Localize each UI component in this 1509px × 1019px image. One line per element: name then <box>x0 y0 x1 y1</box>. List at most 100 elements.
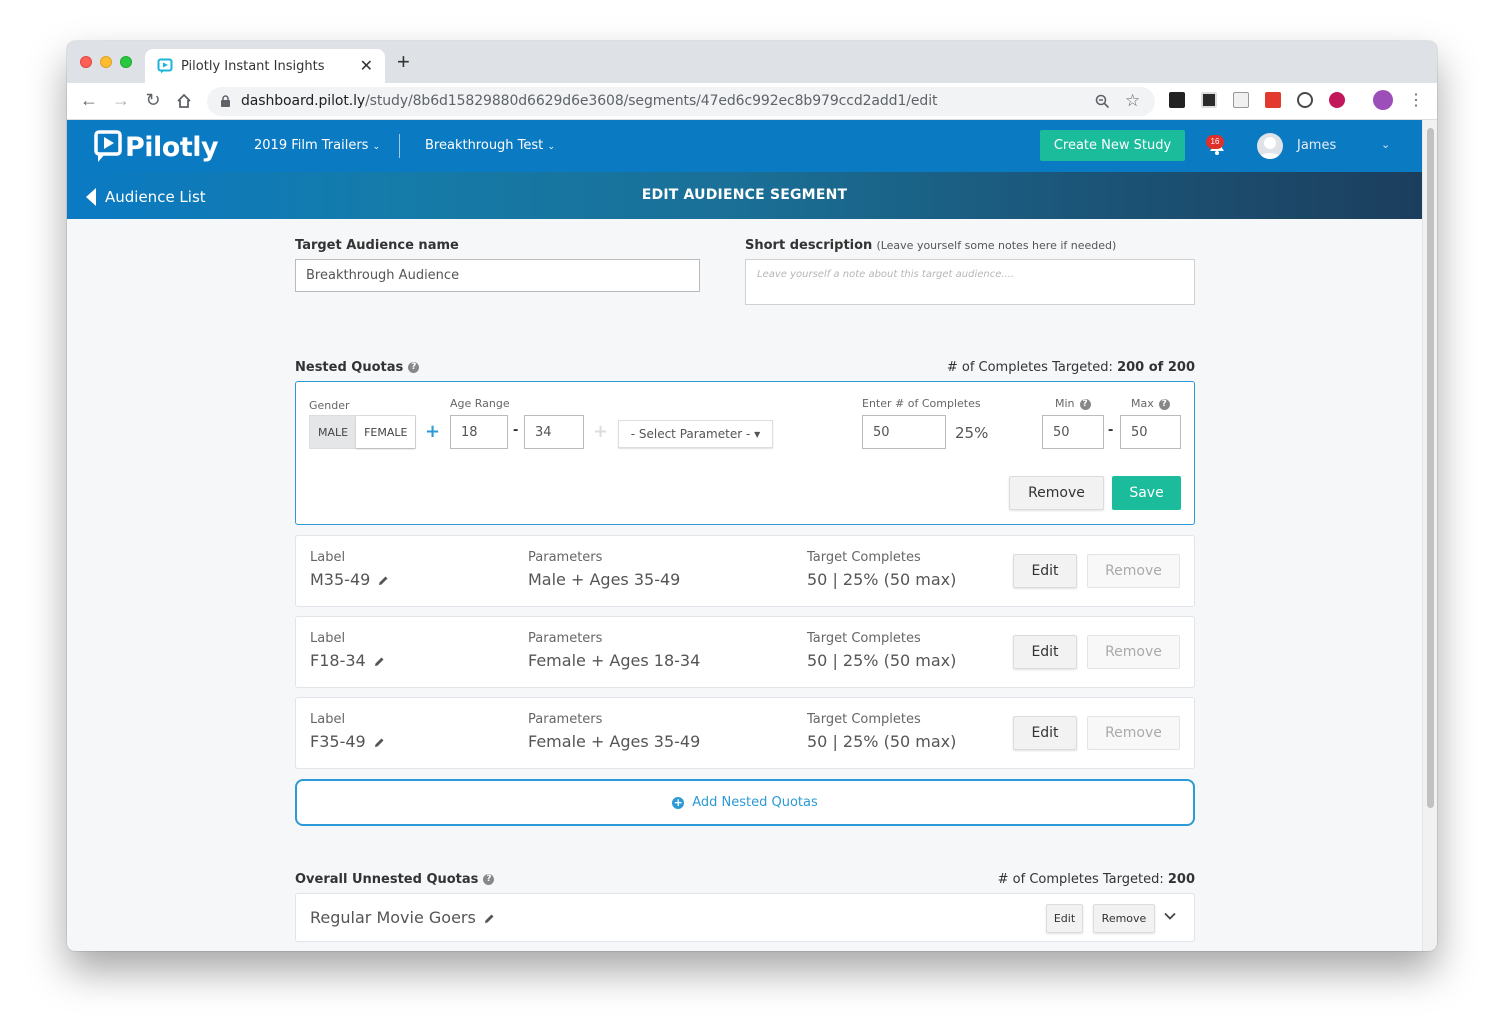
max-label: Max? <box>1131 397 1170 410</box>
unnested-quota-row: Regular Movie Goers Edit Remove <box>295 893 1195 942</box>
quota-remove-button[interactable]: Remove <box>1087 554 1180 588</box>
max-input[interactable]: 50 <box>1120 415 1181 449</box>
unnested-edit-button[interactable]: Edit <box>1046 904 1083 933</box>
min-input[interactable]: 50 <box>1042 415 1104 449</box>
gender-option-male[interactable]: MALE <box>310 416 357 448</box>
minimize-window-button[interactable] <box>100 56 112 68</box>
short-description-textarea[interactable]: Leave yourself a note about this target … <box>745 259 1195 305</box>
qr-extension-icon[interactable] <box>1201 92 1217 108</box>
target-name-label: Target Audience name <box>295 238 459 253</box>
quota-remove-button[interactable]: Remove <box>1087 635 1180 669</box>
nested-completes-targeted: # of Completes Targeted: 200 of 200 <box>946 360 1195 375</box>
tab-strip: Pilotly Instant Insights ✕ + <box>67 41 1437 83</box>
select-parameter-dropdown[interactable]: - Select Parameter - ▼ <box>618 420 773 448</box>
editor-remove-button[interactable]: Remove <box>1009 476 1104 510</box>
quota-label: F18-34 <box>310 651 385 670</box>
study-dropdown[interactable]: 2019 Film Trailers ⌄ <box>254 138 380 153</box>
grammarly-extension-icon[interactable] <box>1297 92 1313 108</box>
enter-completes-label: Enter # of Completes <box>862 397 981 410</box>
browser-window: Pilotly Instant Insights ✕ + ← → ↻ dashb… <box>67 41 1437 951</box>
browser-tab[interactable]: Pilotly Instant Insights ✕ <box>145 49 385 83</box>
chevron-down-icon[interactable] <box>1164 912 1176 921</box>
bookmark-star-icon[interactable]: ☆ <box>1125 91 1140 111</box>
pilotly-logo[interactable]: Pilotly <box>94 130 219 164</box>
editor-save-button[interactable]: Save <box>1112 476 1181 510</box>
tab-title: Pilotly Instant Insights <box>181 59 325 74</box>
test-dropdown-label: Breakthrough Test <box>425 138 544 153</box>
label-caption: Label <box>310 631 346 646</box>
create-new-study-button[interactable]: Create New Study <box>1040 130 1185 161</box>
target-name-input[interactable]: Breakthrough Audience <box>295 259 700 292</box>
test-dropdown[interactable]: Breakthrough Test ⌄ <box>425 138 555 153</box>
quota-parameters: Female + Ages 35-49 <box>528 732 701 751</box>
quota-edit-button[interactable]: Edit <box>1013 635 1077 669</box>
quota-target: 50 | 25% (50 max) <box>807 570 957 589</box>
pilotly-favicon-icon <box>157 58 173 74</box>
zoom-icon[interactable] <box>1095 94 1110 109</box>
help-icon[interactable]: ? <box>1158 398 1170 410</box>
pencil-icon[interactable] <box>484 913 495 924</box>
help-icon[interactable]: ? <box>483 874 495 885</box>
chevron-down-icon[interactable]: ⌄ <box>1381 138 1390 151</box>
caret-down-icon: ▼ <box>754 429 761 439</box>
new-tab-button[interactable]: + <box>397 51 410 73</box>
screenshot-extension-icon[interactable] <box>1233 92 1249 108</box>
completes-input[interactable]: 50 <box>862 415 946 449</box>
terminal-extension-icon[interactable] <box>1169 92 1185 108</box>
gender-option-female[interactable]: FEMALE <box>356 416 416 448</box>
age-range-label: Age Range <box>450 397 510 410</box>
quota-target: 50 | 25% (50 max) <box>807 651 957 670</box>
chevron-down-icon: ⌄ <box>547 142 555 152</box>
parameters-caption: Parameters <box>528 712 603 727</box>
parameters-caption: Parameters <box>528 550 603 565</box>
pencil-icon[interactable] <box>378 575 389 586</box>
notification-badge: 16 <box>1206 135 1224 149</box>
quota-label: F35-49 <box>310 732 385 751</box>
pilotly-logo-icon <box>94 130 122 162</box>
age-min-input[interactable]: 18 <box>450 415 508 449</box>
quota-row: Label F35-49 Parameters Female + Ages 35… <box>295 697 1195 769</box>
forward-arrow-icon[interactable]: → <box>110 90 132 111</box>
browser-toolbar: ← → ↻ dashboard.pilot.ly/study/8b6d15829… <box>67 83 1437 120</box>
label-caption: Label <box>310 550 346 565</box>
browser-menu-icon[interactable]: ⋮ <box>1405 90 1427 110</box>
user-name[interactable]: James <box>1297 138 1336 153</box>
quota-parameters: Male + Ages 35-49 <box>528 570 681 589</box>
back-arrow-icon[interactable]: ← <box>78 90 100 111</box>
home-icon[interactable] <box>175 92 193 110</box>
quota-edit-button[interactable]: Edit <box>1013 716 1077 750</box>
close-window-button[interactable] <box>80 56 92 68</box>
nested-quota-editor: Gender MALE FEMALE + Age Range 18 - 34 +… <box>295 381 1195 525</box>
plus-circle-icon: + <box>672 795 685 809</box>
scrollbar-thumb[interactable] <box>1427 128 1434 808</box>
study-dropdown-label: 2019 Film Trailers <box>254 138 369 153</box>
add-parameter-plus-disabled-icon: + <box>593 421 609 442</box>
app-viewport: Pilotly 2019 Film Trailers ⌄ Breakthroug… <box>67 120 1422 951</box>
quota-target: 50 | 25% (50 max) <box>807 732 957 751</box>
quota-remove-button[interactable]: Remove <box>1087 716 1180 750</box>
cors-extension-icon[interactable] <box>1265 92 1281 108</box>
user-avatar[interactable] <box>1257 133 1283 159</box>
profile-avatar-icon[interactable] <box>1373 90 1393 110</box>
help-icon[interactable]: ? <box>1079 398 1091 410</box>
add-parameter-plus-icon[interactable]: + <box>425 421 440 442</box>
quota-parameters: Female + Ages 18-34 <box>528 651 701 670</box>
page-title: EDIT AUDIENCE SEGMENT <box>641 187 848 203</box>
add-nested-quotas-button[interactable]: + Add Nested Quotas <box>295 779 1195 826</box>
logo-text: Pilotly <box>125 131 219 163</box>
age-max-input[interactable]: 34 <box>524 415 584 449</box>
unnested-remove-button[interactable]: Remove <box>1093 904 1155 933</box>
address-bar[interactable]: dashboard.pilot.ly/study/8b6d15829880d66… <box>207 87 1155 116</box>
label-caption: Label <box>310 712 346 727</box>
download-extension-icon[interactable] <box>1329 92 1345 108</box>
close-tab-icon[interactable]: ✕ <box>360 56 373 76</box>
pencil-icon[interactable] <box>374 737 385 748</box>
page-scrollbar[interactable] <box>1422 120 1437 951</box>
reload-icon[interactable]: ↻ <box>142 90 164 111</box>
min-label: Min? <box>1055 397 1091 410</box>
target-caption: Target Completes <box>807 550 921 565</box>
quota-edit-button[interactable]: Edit <box>1013 554 1077 588</box>
help-icon[interactable]: ? <box>408 362 420 373</box>
pencil-icon[interactable] <box>374 656 385 667</box>
maximize-window-button[interactable] <box>120 56 132 68</box>
